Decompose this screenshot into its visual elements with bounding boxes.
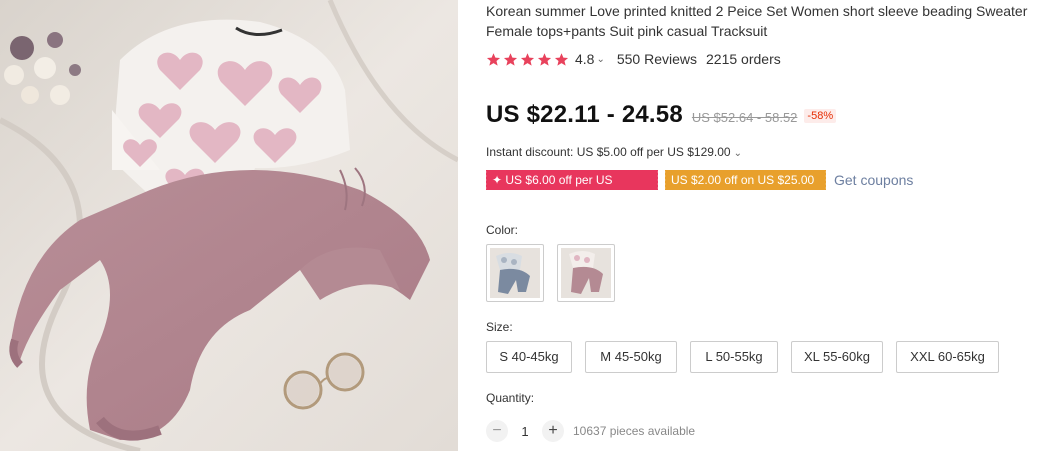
chevron-down-icon: ⌄ bbox=[733, 148, 742, 159]
instant-discount[interactable]: Instant discount: US $5.00 off per US $1… bbox=[486, 145, 754, 159]
rating-value[interactable]: 4.8 bbox=[575, 51, 594, 67]
product-photo-illustration bbox=[0, 0, 458, 451]
chevron-down-icon[interactable]: ⌄ bbox=[596, 54, 604, 65]
size-option-l[interactable]: L 50-55kg bbox=[690, 341, 778, 373]
rating-row: 4.8 ⌄ 550 Reviews 2215 orders bbox=[486, 50, 781, 68]
quantity-stepper: − 1 + 10637 pieces available bbox=[486, 420, 695, 442]
quantity-label: Quantity: bbox=[486, 391, 535, 405]
quantity-decrease-button[interactable]: − bbox=[486, 420, 508, 442]
size-option-xxl[interactable]: XXL 60-65kg bbox=[896, 341, 999, 373]
product-title: Korean summer Love printed knitted 2 Pei… bbox=[486, 3, 1028, 39]
star-icon bbox=[486, 52, 501, 66]
get-coupons-link[interactable]: Get coupons bbox=[834, 172, 913, 188]
size-options: S 40-45kg M 45-50kg L 50-55kg XL 55-60kg… bbox=[486, 341, 999, 373]
star-icon bbox=[520, 52, 535, 66]
discount-badge: -58% bbox=[804, 109, 837, 123]
instant-discount-text: Instant discount: US $5.00 off per US $1… bbox=[486, 145, 731, 159]
price-row: US $22.11 - 24.58 US $52.64 - 58.52 -58% bbox=[486, 101, 837, 129]
coupon-badge-1[interactable]: ✦ US $6.00 off per US $65.00 bbox=[485, 170, 658, 207]
swatch-thumbnail bbox=[490, 248, 540, 298]
orders-count: 2215 orders bbox=[706, 51, 781, 67]
current-price: US $22.11 - 24.58 bbox=[486, 101, 683, 128]
star-icon bbox=[503, 52, 518, 66]
size-option-xl[interactable]: XL 55-60kg bbox=[791, 341, 883, 373]
coupons-row: ✦ US $6.00 off per US $65.00 US $2.00 of… bbox=[485, 170, 913, 207]
quantity-increase-button[interactable]: + bbox=[542, 420, 564, 442]
size-label: Size: bbox=[486, 320, 513, 334]
size-option-m[interactable]: M 45-50kg bbox=[585, 341, 677, 373]
color-swatch-pink[interactable] bbox=[557, 244, 615, 302]
size-option-s[interactable]: S 40-45kg bbox=[486, 341, 572, 373]
product-image[interactable] bbox=[0, 0, 458, 451]
star-icon bbox=[554, 52, 569, 66]
coupon-badge-2[interactable]: US $2.00 off on US $25.00 bbox=[664, 170, 826, 190]
pieces-available: 10637 pieces available bbox=[573, 424, 696, 438]
color-swatches bbox=[486, 244, 615, 302]
reviews-link[interactable]: 550 Reviews bbox=[617, 51, 697, 67]
star-icon bbox=[537, 52, 552, 66]
original-price: US $52.64 - 58.52 bbox=[691, 110, 798, 125]
swatch-thumbnail bbox=[561, 248, 611, 298]
color-swatch-gray-blue[interactable] bbox=[486, 244, 544, 302]
quantity-value[interactable]: 1 bbox=[508, 424, 542, 439]
star-rating bbox=[486, 52, 569, 67]
color-label: Color: bbox=[486, 223, 519, 237]
